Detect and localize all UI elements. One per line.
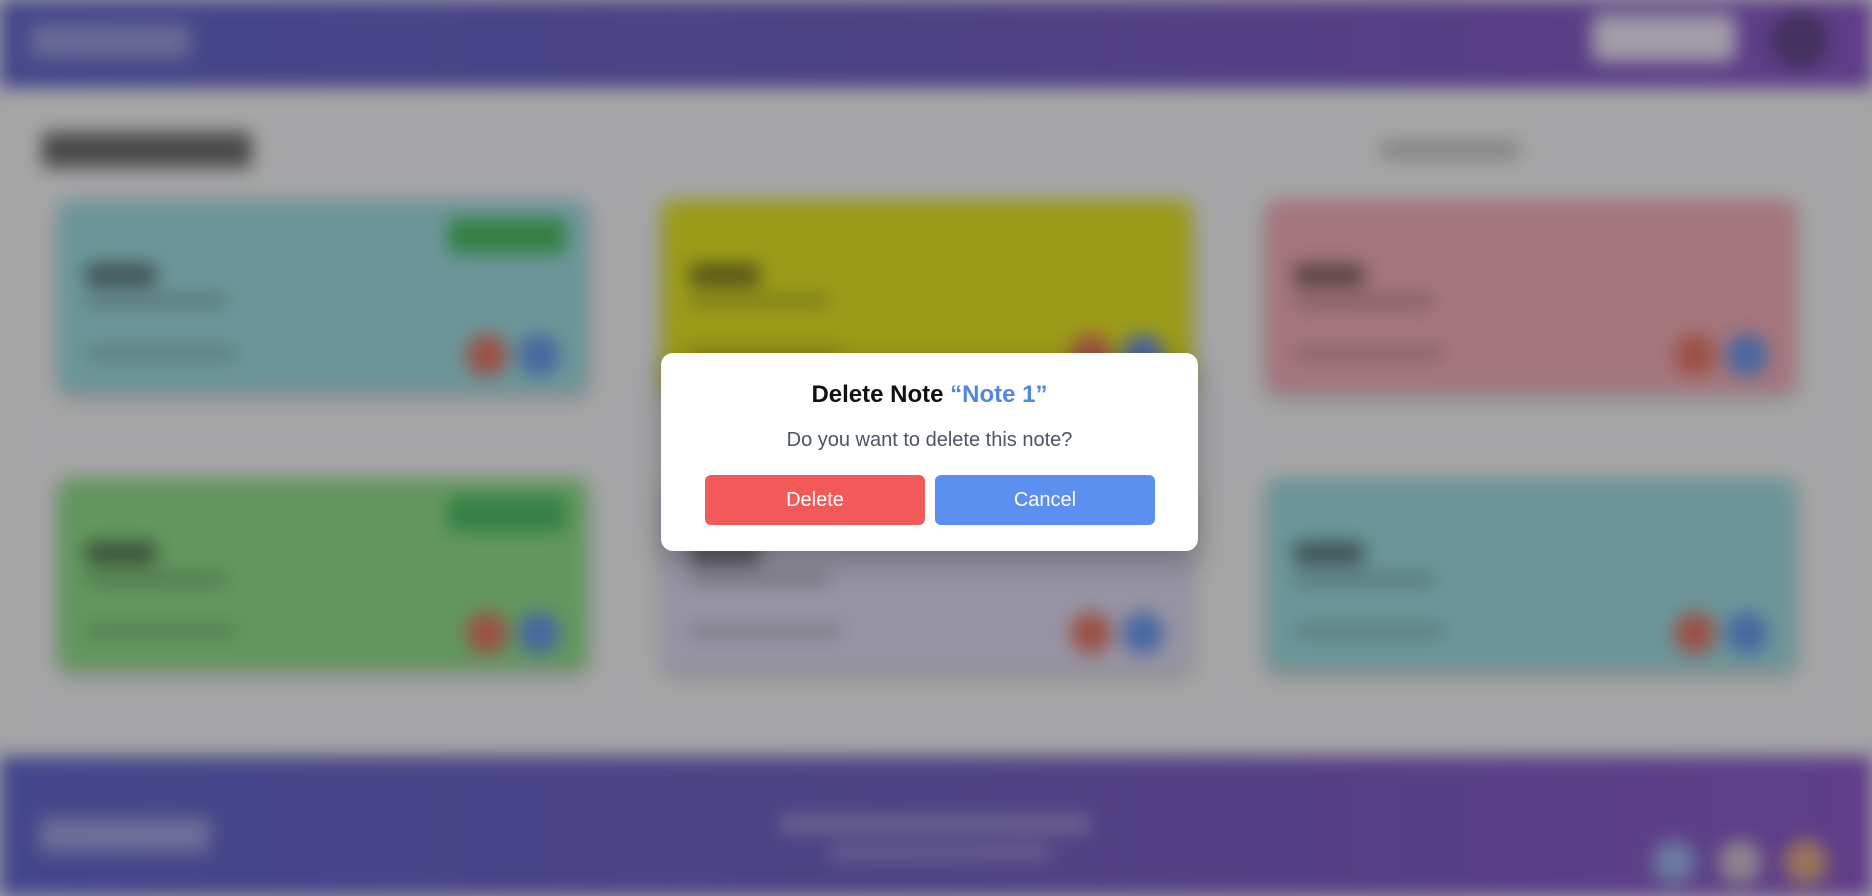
dialog-message: Do you want to delete this note? — [786, 429, 1073, 451]
dialog-note-name: “Note 1” — [950, 381, 1048, 408]
delete-button[interactable]: Delete — [705, 475, 925, 525]
dialog-title-prefix: Delete Note — [811, 381, 944, 408]
dialog-title: Delete Note “Note 1” — [661, 381, 1198, 409]
delete-note-dialog: Delete Note “Note 1” Do you want to dele… — [661, 353, 1198, 551]
cancel-button[interactable]: Cancel — [935, 475, 1155, 525]
